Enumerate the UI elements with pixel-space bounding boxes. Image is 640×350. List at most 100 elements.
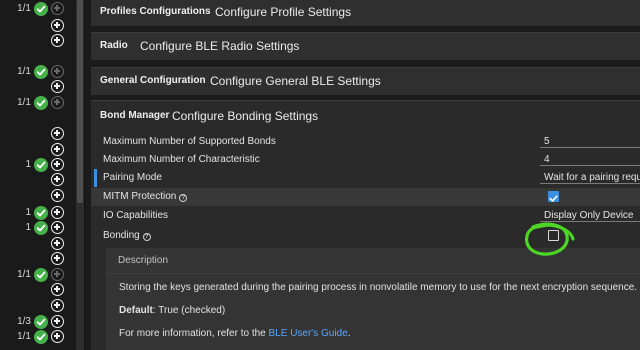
add-circle-icon[interactable] xyxy=(51,2,64,15)
tree-scrollbar[interactable] xyxy=(76,0,84,350)
tree-row[interactable] xyxy=(0,173,76,187)
annotation-circle xyxy=(525,222,575,256)
tree-row[interactable] xyxy=(0,252,76,266)
section-title: Configure BLE Radio Settings xyxy=(140,39,300,53)
property-max-characteristic[interactable]: Maximum Number of Characteristic 4 xyxy=(91,151,640,169)
section-label: General Configuration xyxy=(100,75,206,86)
tree-row[interactable] xyxy=(0,299,76,313)
check-circle-icon xyxy=(34,65,48,79)
description-panel: Description Storing the keys generated d… xyxy=(106,248,640,350)
input-underline xyxy=(540,165,640,166)
property-mitm-protection[interactable]: MITM Protection? xyxy=(91,188,640,206)
checkmark-icon xyxy=(549,195,558,202)
tree-row[interactable] xyxy=(0,34,76,48)
description-text: Storing the keys generated during the pa… xyxy=(119,282,638,293)
input-underline xyxy=(540,147,640,148)
section-title: Configure Bonding Settings xyxy=(172,109,319,123)
tree-row[interactable]: 1/1 xyxy=(0,330,76,344)
tree-row[interactable]: 1/1 xyxy=(0,2,76,16)
ble-users-guide-link[interactable]: BLE User's Guide xyxy=(269,328,348,339)
default-value: : True (checked) xyxy=(152,305,226,316)
tree-scrollbar-thumb[interactable] xyxy=(77,0,83,203)
tree-row-count: 1/3 xyxy=(17,316,31,327)
add-circle-icon[interactable] xyxy=(51,65,64,78)
add-circle-icon[interactable] xyxy=(51,34,64,47)
add-circle-icon[interactable] xyxy=(51,80,64,93)
tree-row[interactable]: 1 xyxy=(0,206,76,220)
add-circle-icon[interactable] xyxy=(51,173,64,186)
help-icon[interactable]: ? xyxy=(142,233,151,241)
add-circle-icon[interactable] xyxy=(51,252,64,265)
add-circle-icon[interactable] xyxy=(51,189,64,202)
add-circle-icon[interactable] xyxy=(51,19,64,32)
check-circle-icon xyxy=(34,158,48,172)
add-circle-icon[interactable] xyxy=(51,206,64,219)
tree-row[interactable] xyxy=(0,237,76,251)
property-label: Bonding? xyxy=(103,227,151,245)
property-label: IO Capabilities xyxy=(103,210,169,221)
section-title: Configure Profile Settings xyxy=(215,5,352,19)
more-info-suffix: . xyxy=(347,328,351,339)
mitm-protection-checkbox[interactable] xyxy=(548,191,559,202)
section-profiles-configurations[interactable]: Profiles Configurations Configure Profil… xyxy=(91,0,640,26)
tree-row[interactable] xyxy=(0,19,76,33)
add-circle-icon[interactable] xyxy=(51,268,64,281)
tree-row[interactable] xyxy=(0,189,76,203)
add-circle-icon[interactable] xyxy=(51,96,64,109)
tree-row[interactable]: 1 xyxy=(0,158,76,172)
tree-row[interactable]: 1/1 xyxy=(0,268,76,282)
check-circle-icon xyxy=(34,206,48,220)
tree-row[interactable] xyxy=(0,143,76,157)
add-circle-icon[interactable] xyxy=(51,330,64,343)
add-circle-icon[interactable] xyxy=(51,127,64,140)
section-label: Bond Manager xyxy=(100,110,170,121)
section-title: Configure General BLE Settings xyxy=(210,74,381,88)
check-circle-icon xyxy=(34,330,48,344)
add-circle-icon[interactable] xyxy=(51,299,64,312)
tree-row[interactable] xyxy=(0,127,76,141)
max-characteristic-input[interactable]: 4 xyxy=(544,151,550,169)
section-label: Profiles Configurations xyxy=(100,6,211,17)
more-info-prefix: For more information, refer to the xyxy=(119,328,269,339)
add-circle-icon[interactable] xyxy=(51,221,64,234)
property-pairing-mode[interactable]: Pairing Mode Wait for a pairing reque xyxy=(91,169,640,187)
check-circle-icon xyxy=(34,221,48,235)
tree-row-count: 1 xyxy=(25,207,31,218)
tree-row-count: 1 xyxy=(25,222,31,233)
tree-row-count: 1/1 xyxy=(17,331,31,342)
tree-row[interactable] xyxy=(0,80,76,94)
max-bonds-input[interactable]: 5 xyxy=(544,133,550,151)
help-icon[interactable]: ? xyxy=(179,194,188,202)
pairing-mode-select[interactable]: Wait for a pairing reque xyxy=(544,169,640,187)
tree-panel: 1/1 1/1 1/1 1 1 1 1/1 1/3 1/1 xyxy=(0,0,76,350)
property-max-bonds[interactable]: Maximum Number of Supported Bonds 5 xyxy=(91,133,640,151)
add-circle-icon[interactable] xyxy=(51,158,64,171)
section-radio[interactable]: Radio Configure BLE Radio Settings xyxy=(91,32,640,60)
description-default: Default: True (checked) xyxy=(119,304,225,318)
check-circle-icon xyxy=(34,96,48,110)
property-label: Pairing Mode xyxy=(103,172,162,183)
tree-row-count: 1/1 xyxy=(17,3,31,14)
input-underline xyxy=(540,183,640,184)
tree-row[interactable]: 1/3 xyxy=(0,315,76,329)
tree-row-count: 1/1 xyxy=(17,66,31,77)
section-label: Radio xyxy=(100,40,128,51)
bond-manager-header[interactable]: Bond Manager Configure Bonding Settings xyxy=(91,101,640,131)
tree-row[interactable]: 1/1 xyxy=(0,96,76,110)
tree-row[interactable]: 1 xyxy=(0,221,76,235)
config-panel: Profiles Configurations Configure Profil… xyxy=(85,0,640,350)
add-circle-icon[interactable] xyxy=(51,143,64,156)
add-circle-icon[interactable] xyxy=(51,315,64,328)
property-label: MITM Protection? xyxy=(103,188,188,206)
add-circle-icon[interactable] xyxy=(51,237,64,250)
check-circle-icon xyxy=(34,2,48,16)
property-label: Maximum Number of Characteristic xyxy=(103,154,260,165)
selection-indicator xyxy=(94,169,97,187)
tree-row[interactable]: 1/1 xyxy=(0,65,76,79)
add-circle-icon[interactable] xyxy=(51,283,64,296)
tree-row-count: 1/1 xyxy=(17,97,31,108)
property-label: Maximum Number of Supported Bonds xyxy=(103,136,276,147)
section-general-configuration[interactable]: General Configuration Configure General … xyxy=(91,67,640,95)
description-more-info: For more information, refer to the BLE U… xyxy=(119,327,350,341)
tree-row[interactable] xyxy=(0,283,76,297)
